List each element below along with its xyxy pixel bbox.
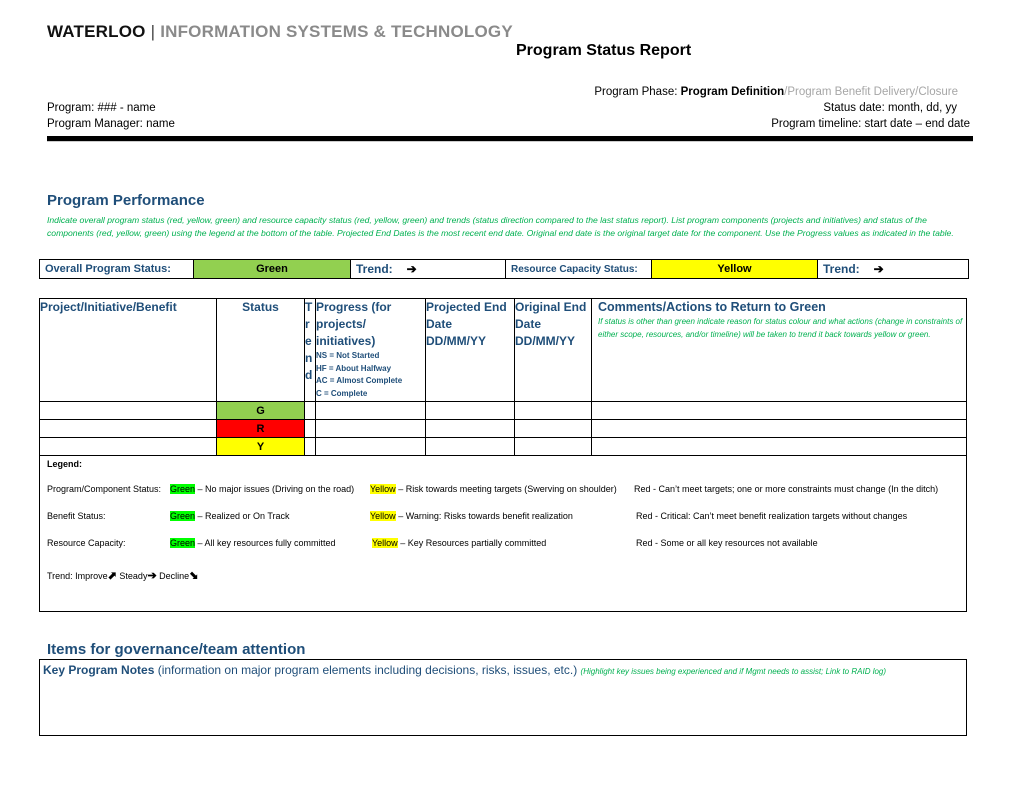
resource-capacity-value[interactable]: Yellow [652,260,818,278]
brand-separator: | [150,22,156,41]
header-divider-shadow [47,141,973,142]
program-name: Program: ### - name [47,102,156,114]
table-header-row: Project/Initiative/Benefit Status Trend … [39,298,967,402]
table-row: R [39,419,967,438]
comments-header-text: Comments/Actions to Return to Green [598,300,826,314]
header-status: Status [216,298,305,402]
status-cell-yellow[interactable]: Y [216,437,305,456]
progress-cell[interactable] [315,401,426,420]
phase-current: Program Definition [680,86,785,98]
progress-header-text: Progress (for projects/ initiatives) [316,300,392,348]
header-trend: Trend [304,298,316,402]
status-date: Status date: month, dd, yy [823,102,957,114]
program-timeline: Program timeline: start date – end date [771,118,970,130]
program-phase: Program Phase: Program Definition/Progra… [594,86,958,98]
progress-cell[interactable] [315,437,426,456]
comments-cell[interactable] [591,437,967,456]
key-program-notes-box[interactable]: Key Program Notes (information on major … [39,659,967,736]
comments-instructions: If status is other than green indicate r… [598,317,963,339]
notes-title: Key Program Notes [43,663,155,677]
steady-arrow-icon: ➔ [147,570,157,582]
project-cell[interactable] [39,401,217,420]
key-program-notes-header: Key Program Notes (information on major … [43,663,961,679]
governance-heading: Items for governance/team attention [47,641,306,658]
original-end-cell[interactable] [514,401,592,420]
program-performance-heading: Program Performance [47,192,205,209]
progress-legend: NS = Not Started HF = About Halfway AC =… [316,351,403,398]
brand-secondary: INFORMATION SYSTEMS & TECHNOLOGY [160,22,513,41]
project-cell[interactable] [39,419,217,438]
green-highlight: Green [170,538,196,548]
steady-arrow-icon: ➔ [873,262,884,276]
overall-status-bar: Overall Program Status: Green Trend: ➔ R… [39,259,969,279]
progress-cell[interactable] [315,419,426,438]
table-row: G [39,401,967,420]
resource-trend[interactable]: Trend: ➔ [818,260,968,278]
header-projected-end: Projected End Date DD/MM/YY [425,298,515,402]
original-end-cell[interactable] [514,437,592,456]
green-highlight: Green [170,484,196,494]
header-comments: Comments/Actions to Return to Green If s… [591,298,967,402]
legend: Legend: Program/Component Status: Green … [39,455,967,612]
yellow-highlight: Yellow [370,511,396,521]
header-original-end: Original End Date DD/MM/YY [514,298,592,402]
status-cell-red[interactable]: R [216,419,305,438]
page-title: Program Status Report [516,42,692,59]
legend-title: Legend: [47,459,82,469]
overall-trend[interactable]: Trend: ➔ [351,260,506,278]
phase-label: Program Phase: [594,86,678,98]
decline-arrow-icon: ⬊ [189,570,199,582]
notes-instructions: (Highlight key issues being experienced … [580,667,887,676]
steady-arrow-icon: ➔ [406,262,417,276]
header-project: Project/Initiative/Benefit [39,298,217,402]
green-highlight: Green [170,511,196,521]
phase-rest: /Program Benefit Delivery/Closure [784,86,958,98]
overall-status-label: Overall Program Status: [40,260,194,278]
notes-description: (information on major program elements i… [154,663,581,677]
overall-trend-label: Trend: [356,262,393,276]
trend-cell[interactable] [304,437,316,456]
status-cell-green[interactable]: G [216,401,305,420]
improve-arrow-icon: ⬈ [107,570,117,582]
yellow-highlight: Yellow [372,538,398,548]
program-manager: Program Manager: name [47,118,175,130]
resource-trend-label: Trend: [823,262,860,276]
comments-cell[interactable] [591,419,967,438]
projected-end-cell[interactable] [425,401,515,420]
components-table: Project/Initiative/Benefit Status Trend … [39,298,967,612]
projected-end-cell[interactable] [425,419,515,438]
legend-row: Legend: Program/Component Status: Green … [39,455,967,612]
header-progress: Progress (for projects/ initiatives) NS … [315,298,426,402]
original-end-cell[interactable] [514,419,592,438]
brand-primary: WATERLOO [47,22,146,41]
table-row: Y [39,437,967,456]
overall-status-value[interactable]: Green [194,260,351,278]
resource-capacity-label: Resource Capacity Status: [506,260,652,278]
yellow-highlight: Yellow [370,484,396,494]
trend-cell[interactable] [304,401,316,420]
brand-logo: WATERLOO | INFORMATION SYSTEMS & TECHNOLOG… [47,22,513,42]
comments-cell[interactable] [591,401,967,420]
performance-instructions: Indicate overall program status (red, ye… [47,215,954,238]
project-cell[interactable] [39,437,217,456]
trend-cell[interactable] [304,419,316,438]
legend-trend: Trend: Improve⬈ Steady➔ Decline⬊ [47,570,199,582]
projected-end-cell[interactable] [425,437,515,456]
